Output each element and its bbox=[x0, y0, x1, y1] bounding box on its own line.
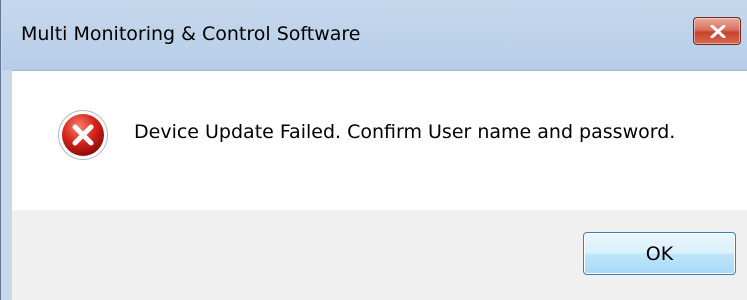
close-icon bbox=[710, 25, 726, 38]
error-message: Device Update Failed. Confirm User name … bbox=[134, 121, 676, 143]
message-dialog: Multi Monitoring & Control Software Devi… bbox=[0, 0, 747, 300]
title-bar[interactable]: Multi Monitoring & Control Software bbox=[2, 0, 747, 70]
button-bar: OK bbox=[12, 210, 747, 300]
message-area: Device Update Failed. Confirm User name … bbox=[12, 70, 747, 210]
close-button[interactable] bbox=[693, 17, 741, 45]
window-title: Multi Monitoring & Control Software bbox=[21, 23, 361, 45]
error-icon bbox=[58, 110, 108, 160]
ok-button[interactable]: OK bbox=[583, 232, 736, 275]
